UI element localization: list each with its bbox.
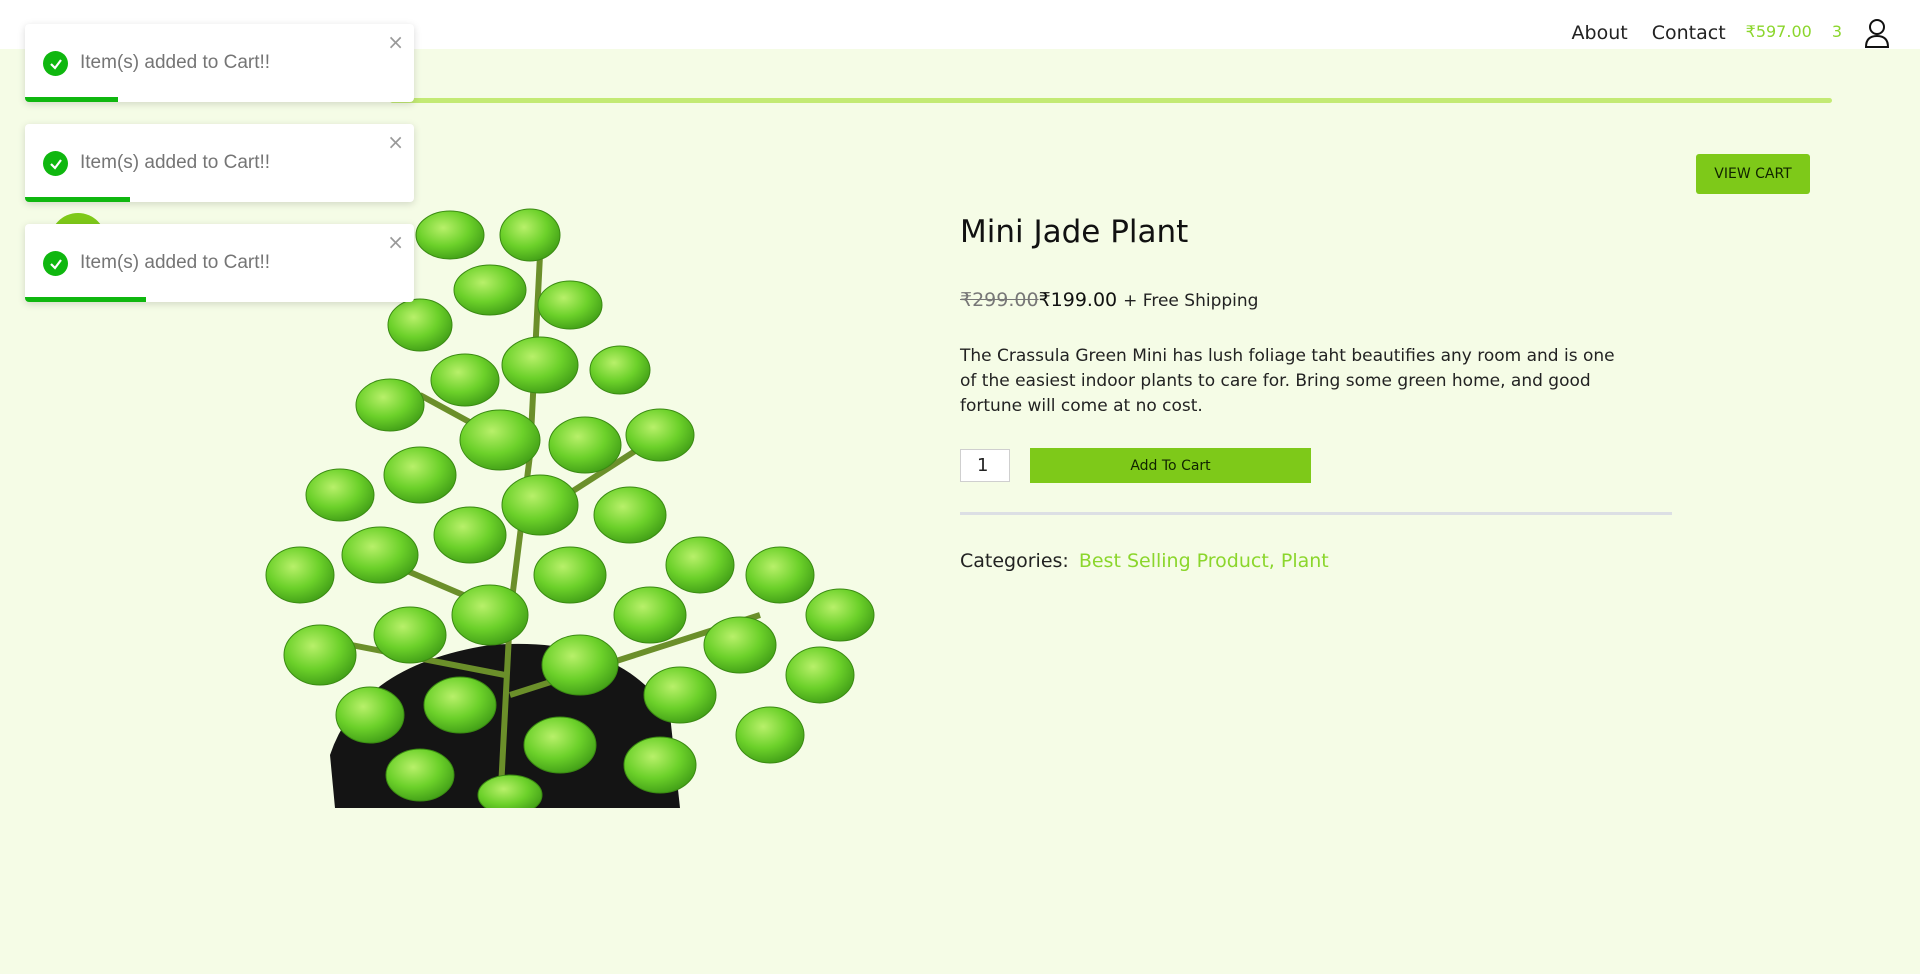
quantity-input[interactable] — [960, 449, 1010, 482]
divider — [960, 512, 1672, 515]
page-progress-line — [390, 98, 1832, 103]
close-icon[interactable]: × — [387, 232, 404, 252]
price-row: ₹299.00 ₹199.00 + Free Shipping — [960, 289, 1258, 311]
nav-contact-link[interactable]: Contact — [1652, 22, 1726, 44]
check-icon — [43, 51, 68, 76]
category-links[interactable]: Best Selling Product, Plant — [1079, 550, 1329, 572]
toast-notification: Item(s) added to Cart!! × — [25, 224, 414, 302]
toast-message: Item(s) added to Cart!! — [80, 252, 271, 273]
toast-progress-bar — [25, 197, 131, 202]
product-description: The Crassula Green Mini has lush foliage… — [960, 346, 1615, 416]
main-nav: About Contact ₹597.00 3 — [1572, 18, 1890, 48]
toast-notification: Item(s) added to Cart!! × — [25, 124, 414, 202]
check-icon — [43, 151, 68, 176]
nav-about-link[interactable]: About — [1572, 22, 1628, 44]
sale-price: ₹199.00 — [1038, 289, 1118, 311]
close-icon[interactable]: × — [387, 132, 404, 152]
add-to-cart-button[interactable]: Add To Cart — [1030, 448, 1311, 483]
cart-count-badge[interactable]: 3 — [1832, 22, 1842, 41]
toast-message: Item(s) added to Cart!! — [80, 52, 271, 73]
cart-total[interactable]: ₹597.00 — [1746, 22, 1812, 41]
product-categories: Categories: Best Selling Product, Plant — [960, 550, 1329, 572]
product-title: Mini Jade Plant — [960, 214, 1189, 250]
close-icon[interactable]: × — [387, 32, 404, 52]
categories-label: Categories: — [960, 550, 1069, 572]
toast-message: Item(s) added to Cart!! — [80, 152, 271, 173]
toast-progress-bar — [25, 97, 119, 102]
toast-progress-bar — [25, 297, 146, 302]
toast-notification: Item(s) added to Cart!! × — [25, 24, 414, 102]
view-cart-button[interactable]: VIEW CART — [1696, 154, 1810, 194]
user-icon[interactable] — [1864, 18, 1890, 48]
old-price: ₹299.00 — [960, 289, 1039, 311]
check-icon — [43, 251, 68, 276]
shipping-note: + Free Shipping — [1123, 291, 1259, 311]
